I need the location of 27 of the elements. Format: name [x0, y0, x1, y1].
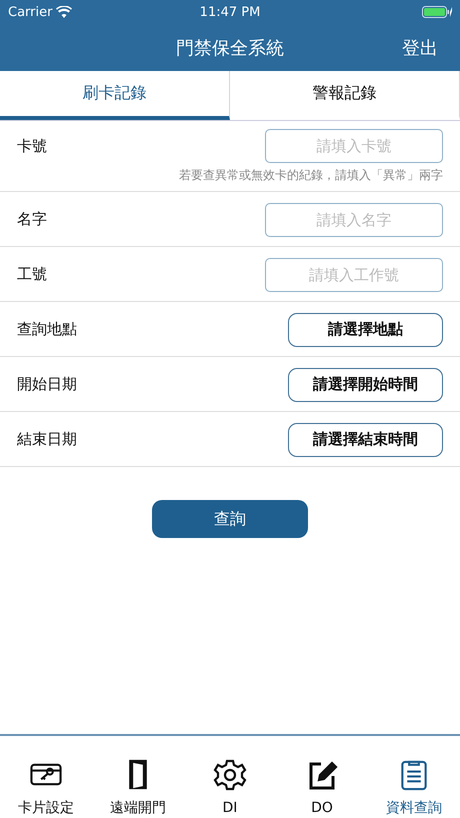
input-field[interactable]: 請填入工作號	[265, 258, 443, 292]
field-label: 查詢地點	[17, 320, 77, 339]
tab-bar-item[interactable]: 資料查詢	[368, 736, 460, 818]
settings-icon	[213, 758, 247, 792]
select-button[interactable]: 請選擇結束時間	[288, 422, 443, 456]
field-label: 工號	[17, 265, 47, 284]
battery-icon	[422, 6, 452, 18]
tab-bar-item[interactable]: DO	[276, 736, 368, 818]
select-button[interactable]: 請選擇地點	[288, 312, 443, 346]
field-label: 名字	[17, 210, 47, 229]
tab[interactable]: 刷卡記錄	[0, 71, 230, 120]
app-title: 門禁保全系統	[176, 36, 284, 60]
tab-bar-item[interactable]: DI	[184, 736, 276, 818]
field-label: 結束日期	[17, 430, 77, 449]
input-field[interactable]: 請填入卡號	[265, 129, 443, 163]
select-button[interactable]: 請選擇開始時間	[288, 368, 443, 402]
tab-bar-item[interactable]: 遠端開門	[92, 736, 184, 818]
search-button[interactable]: 查詢	[152, 500, 308, 538]
tab-bar-item[interactable]: 卡片設定	[0, 736, 92, 818]
input-field[interactable]: 請填入名字	[265, 202, 443, 236]
status-time: 11:47 PM	[200, 4, 260, 20]
hint-text: 若要查異常或無效卡的紀錄，請填入「異常」兩字	[179, 167, 443, 184]
logout-button[interactable]: 登出	[402, 36, 438, 60]
carrier-name: Carrier	[8, 4, 52, 20]
wifi-icon	[56, 6, 72, 18]
field-label: 卡號	[17, 136, 47, 156]
field-label: 開始日期	[17, 375, 77, 394]
